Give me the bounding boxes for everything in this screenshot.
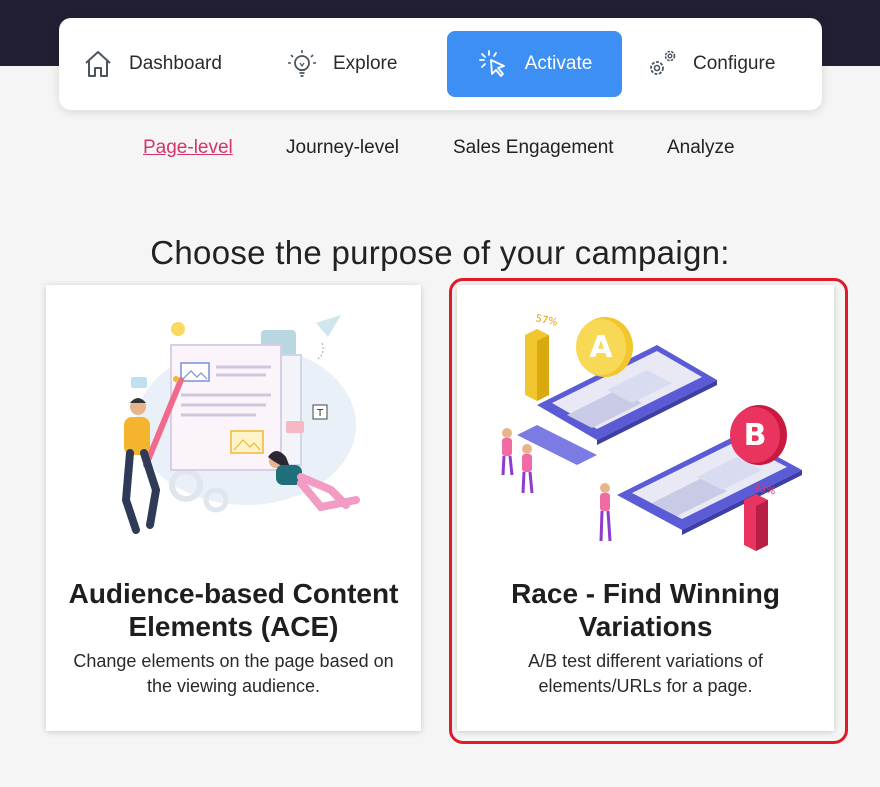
main-nav: Dashboard Explore Activate Configure [59, 18, 822, 110]
nav-activate[interactable]: Activate [447, 31, 622, 97]
page-title: Choose the purpose of your campaign: [150, 234, 730, 271]
nav-dashboard-label: Dashboard [129, 53, 222, 74]
badge-a-letter: A [589, 330, 613, 365]
cursor-click-icon [478, 50, 505, 77]
nav-activate-label: Activate [524, 53, 593, 74]
badge-a-percent: 57% [534, 313, 558, 328]
lightbulb-icon [288, 50, 316, 77]
people-editing-content-illustration: T [121, 315, 360, 534]
ab-test-race-illustration: 57% 43% A B [501, 313, 802, 551]
nav-dashboard[interactable]: Dashboard [81, 31, 261, 97]
card-title: Race - Find Winning Variations [511, 578, 780, 642]
campaign-card-race[interactable]: 57% 43% A B Race - Find Winning Variatio… [457, 285, 834, 731]
sub-tabs: Page-level Journey-level Sales Engagemen… [0, 137, 880, 163]
svg-text:T: T [316, 408, 324, 419]
nav-configure-label: Configure [693, 53, 776, 74]
campaign-card-ace[interactable]: T Audience-based Content Elements (ACE) … [46, 285, 421, 731]
nav-explore-label: Explore [333, 53, 398, 74]
subtab-page-level[interactable]: Page-level [143, 137, 233, 159]
subtab-sales-engagement[interactable]: Sales Engagement [453, 137, 614, 159]
subtab-analyze[interactable]: Analyze [667, 137, 735, 159]
card-title: Audience-based Content Elements (ACE) [68, 578, 399, 642]
home-icon [85, 51, 111, 77]
card-description: Change elements on the page based on the… [73, 651, 394, 696]
gears-icon [650, 50, 676, 75]
card-description: A/B test different variations of element… [528, 651, 763, 696]
nav-explore[interactable]: Explore [285, 31, 445, 97]
nav-configure[interactable]: Configure [645, 31, 815, 97]
badge-b-letter: B [744, 418, 767, 453]
subtab-journey-level[interactable]: Journey-level [286, 137, 399, 159]
